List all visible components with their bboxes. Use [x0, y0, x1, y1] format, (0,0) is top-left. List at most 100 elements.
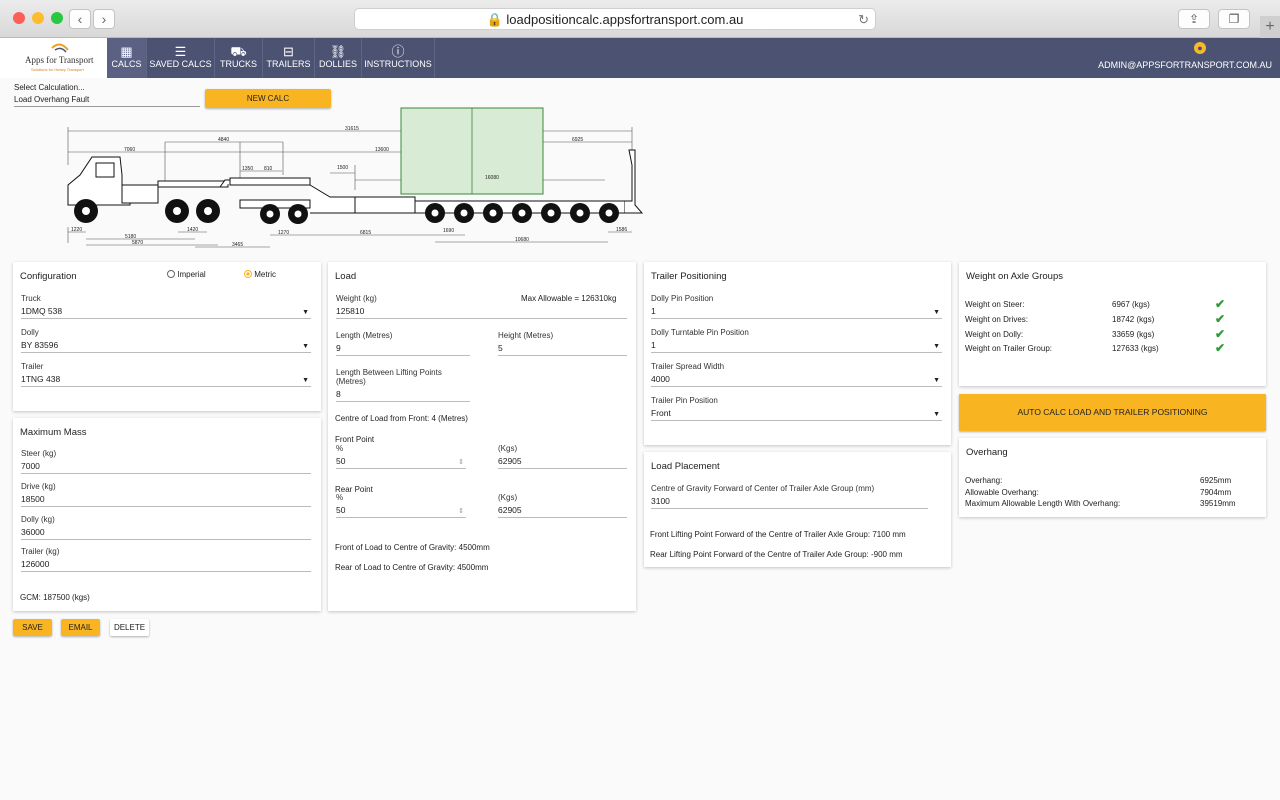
app-navbar: Apps for Transport Solutions for Heavy T…: [0, 38, 1280, 78]
load-card: Load Weight (kg) 125810 Max Allowable = 1…: [328, 262, 636, 611]
front-kgs-label: (Kgs): [498, 444, 518, 453]
stepper-icon[interactable]: ⇕: [458, 507, 464, 515]
back-icon[interactable]: ‹: [69, 9, 91, 29]
select-calculation-label: Select Calculation...: [14, 83, 85, 92]
trailer-pin-value[interactable]: Front: [651, 405, 942, 421]
trailer-value[interactable]: 1TNG 438: [21, 371, 311, 387]
cog-forward-value[interactable]: 3100: [651, 493, 928, 509]
trailer-mass-value[interactable]: 126000: [21, 556, 311, 572]
reload-icon[interactable]: ↻: [858, 9, 869, 30]
nav-calcs-label: CALCS: [111, 59, 142, 69]
height-field[interactable]: Height (Metres) 5: [498, 331, 627, 356]
front-pct-value[interactable]: 50: [336, 453, 466, 469]
nav-dollies[interactable]: ⛓ DOLLIES: [315, 38, 362, 78]
minimize-window-icon[interactable]: [32, 12, 44, 24]
front-pct-field[interactable]: % 50 ⇕: [336, 444, 466, 469]
close-window-icon[interactable]: [13, 12, 25, 24]
dolly-pin-value[interactable]: 1: [651, 303, 942, 319]
overhang-row-label: Overhang:: [965, 476, 1003, 485]
dim-1690: 1690: [443, 228, 454, 234]
email-button[interactable]: EMAIL: [61, 619, 100, 636]
nav-trailers[interactable]: ⊟ TRAILERS: [263, 38, 315, 78]
axle-row-value: 127633 (kgs): [1112, 344, 1159, 353]
imperial-radio[interactable]: Imperial: [167, 270, 206, 279]
dolly-pin-label: Dolly Pin Position: [651, 294, 714, 303]
dolly-turntable-value[interactable]: 1: [651, 337, 942, 353]
nav-saved-calcs[interactable]: ☰ SAVED CALCS: [147, 38, 215, 78]
tabs-icon[interactable]: ❐: [1218, 9, 1250, 29]
overhang-title: Overhang: [966, 447, 1008, 458]
select-calculation[interactable]: Select Calculation... Load Overhang Faul…: [14, 83, 200, 107]
trailer-pin-select[interactable]: Trailer Pin Position Front ▼: [651, 396, 942, 421]
drive-value[interactable]: 18500: [21, 491, 311, 507]
truck-icon: ⛟: [230, 44, 247, 59]
lifting-points-value[interactable]: 8: [336, 386, 470, 402]
chevron-down-icon: ▼: [933, 309, 940, 316]
stepper-icon[interactable]: ⇕: [458, 458, 464, 466]
truck-value[interactable]: 1DMQ 538: [21, 303, 311, 319]
dolly-value[interactable]: BY 83596: [21, 337, 311, 353]
user-menu[interactable]: ● ADMIN@APPSFORTRANSPORT.COM.AU: [1098, 42, 1272, 70]
auto-calc-button[interactable]: AUTO CALC LOAD AND TRAILER POSITIONING: [959, 394, 1266, 431]
dolly-mass-field[interactable]: Dolly (kg) 36000: [21, 515, 311, 540]
load-title: Load: [335, 271, 357, 282]
rear-pct-field[interactable]: % 50 ⇕: [336, 493, 466, 518]
address-bar[interactable]: 🔒 loadpositioncalc.appsfortransport.com.…: [354, 8, 876, 30]
dolly-label: Dolly: [21, 328, 39, 337]
drive-label: Drive (kg): [21, 482, 56, 491]
truck-select[interactable]: Truck 1DMQ 538 ▼: [21, 294, 311, 319]
dim-6815: 6815: [360, 230, 371, 236]
length-field[interactable]: Length (Metres) 9: [336, 331, 470, 356]
chevron-down-icon: ▼: [933, 343, 940, 350]
spread-width-value[interactable]: 4000: [651, 371, 942, 387]
delete-button[interactable]: DELETE: [110, 619, 149, 636]
share-icon[interactable]: ⇪: [1178, 9, 1210, 29]
rear-kgs-label: (Kgs): [498, 493, 518, 502]
spread-width-select[interactable]: Trailer Spread Width 4000 ▼: [651, 362, 942, 387]
brand-logo[interactable]: Apps for Transport Solutions for Heavy T…: [0, 38, 107, 78]
dim-16080: 16080: [485, 175, 499, 181]
overhang-row-value: 39519mm: [1200, 499, 1236, 508]
axle-weights-card: Weight on Axle Groups Weight on Steer: 69…: [959, 262, 1266, 386]
drive-field[interactable]: Drive (kg) 18500: [21, 482, 311, 507]
height-value[interactable]: 5: [498, 340, 627, 356]
length-value[interactable]: 9: [336, 340, 470, 356]
overhang-row-value: 6925mm: [1200, 476, 1232, 485]
trailer-mass-field[interactable]: Trailer (kg) 126000: [21, 547, 311, 572]
rear-pct-value[interactable]: 50: [336, 502, 466, 518]
info-icon: ⓘ: [391, 44, 405, 59]
nav-instructions[interactable]: ⓘ INSTRUCTIONS: [362, 38, 435, 78]
forward-icon[interactable]: ›: [93, 9, 115, 29]
dolly-pin-select[interactable]: Dolly Pin Position 1 ▼: [651, 294, 942, 319]
axle-row-label: Weight on Drives:: [965, 315, 1028, 324]
nav-dollies-label: DOLLIES: [318, 59, 358, 69]
imperial-label: Imperial: [177, 270, 206, 279]
axle-row-label: Weight on Steer:: [965, 300, 1025, 309]
cog-forward-field[interactable]: Centre of Gravity Forward of Center of T…: [651, 484, 928, 509]
overhang-row-value: 7904mm: [1200, 488, 1232, 497]
trailer-pin-label: Trailer Pin Position: [651, 396, 718, 405]
overhang-row-label: Allowable Overhang:: [965, 488, 1039, 497]
trailer-select[interactable]: Trailer 1TNG 438 ▼: [21, 362, 311, 387]
maximize-window-icon[interactable]: [51, 12, 63, 24]
dolly-turntable-select[interactable]: Dolly Turntable Pin Position 1 ▼: [651, 328, 942, 353]
list-icon: ☰: [174, 44, 187, 59]
load-weight-value[interactable]: 125810: [336, 303, 627, 319]
nav-trucks[interactable]: ⛟ TRUCKS: [215, 38, 263, 78]
centre-of-load-text: Centre of Load from Front: 4 (Metres): [335, 414, 468, 423]
radio-checked-icon: [244, 270, 252, 278]
link-icon: ⛓: [329, 44, 347, 59]
save-button[interactable]: SAVE: [13, 619, 52, 636]
rear-pct-label: %: [336, 493, 344, 502]
steer-value[interactable]: 7000: [21, 458, 311, 474]
steer-field[interactable]: Steer (kg) 7000: [21, 449, 311, 474]
lifting-points-field[interactable]: Length Between Lifting Points (Metres) 8: [336, 368, 470, 402]
length-label: Length (Metres): [336, 331, 393, 340]
spread-width-label: Trailer Spread Width: [651, 362, 725, 371]
dim-6925: 6925: [572, 137, 583, 143]
new-tab-icon[interactable]: +: [1260, 16, 1280, 38]
dolly-select[interactable]: Dolly BY 83596 ▼: [21, 328, 311, 353]
nav-calcs[interactable]: ▦ CALCS: [107, 38, 147, 78]
metric-radio[interactable]: Metric: [244, 270, 276, 279]
dolly-mass-value[interactable]: 36000: [21, 524, 311, 540]
